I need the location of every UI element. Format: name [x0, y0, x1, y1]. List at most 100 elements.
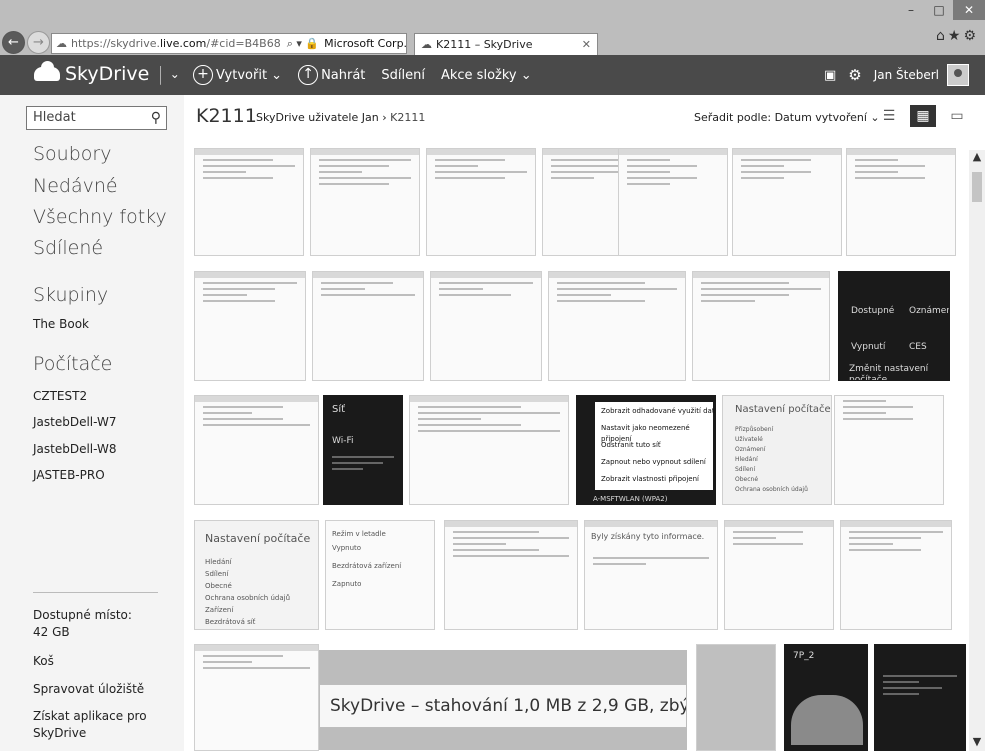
sidebar-link-get-apps[interactable]: Získat aplikace pro — [33, 709, 147, 723]
breadcrumb: SkyDrive uživatele Jan › K2111 — [256, 111, 425, 124]
file-thumbnail[interactable] — [312, 271, 424, 381]
create-button[interactable]: + Vytvořit ⌄ — [193, 65, 282, 85]
file-thumbnail[interactable]: Byly získány tyto informace. — [584, 520, 718, 630]
header-user-area: ▣ ⚙ Jan Šteberl — [812, 64, 969, 86]
site-icon: ☁ — [56, 37, 67, 50]
page-title: K2111 — [196, 105, 257, 127]
upload-icon: ↑ — [298, 65, 319, 85]
tab-close-icon[interactable]: ✕ — [582, 38, 591, 51]
file-thumbnail[interactable] — [409, 395, 569, 505]
sidebar-item-files[interactable]: Soubory — [33, 143, 111, 165]
sidebar-item-recent[interactable]: Nedávné — [33, 175, 118, 197]
favorites-star-icon[interactable]: ★ — [948, 28, 964, 44]
details-pane-icon[interactable]: ▭ — [944, 105, 970, 127]
download-notification[interactable]: SkyDrive – stahování 1,0 MB z 2,9 GB, zb… — [319, 684, 687, 728]
gear-icon[interactable]: ⚙ — [848, 66, 861, 84]
sidebar-link-recycle-bin[interactable]: Koš — [33, 654, 54, 668]
command-bar: + Vytvořit ⌄ ↑ Nahrát Sdílení Akce složk… — [193, 65, 548, 85]
chevron-down-icon[interactable]: ⌄ — [170, 67, 180, 81]
file-thumbnail[interactable] — [696, 644, 776, 751]
skydrive-logo[interactable]: SkyDrive | ⌄ — [34, 61, 180, 85]
file-thumbnail[interactable] — [732, 148, 842, 256]
list-view-icon[interactable]: ☰ — [876, 105, 902, 127]
main-content: K2111 SkyDrive uživatele Jan › K2111 Seř… — [184, 95, 985, 751]
upload-button[interactable]: ↑ Nahrát — [298, 65, 365, 85]
sidebar-item-computer[interactable]: CZTEST2 — [33, 389, 87, 403]
groups-heading: Skupiny — [33, 284, 109, 306]
logo-divider: | — [157, 63, 164, 85]
file-thumbnail[interactable] — [840, 520, 952, 630]
tab-title: K2111 – SkyDrive — [436, 38, 533, 51]
sidebar-item-all-photos[interactable]: Všechny fotky — [33, 206, 167, 228]
minimize-button[interactable]: – — [897, 0, 925, 20]
file-thumbnail[interactable] — [426, 148, 536, 256]
address-tools-icon[interactable]: ⌕ ▾ 🔒 — [287, 37, 319, 51]
scrollbar-thumb[interactable] — [972, 172, 982, 202]
search-input[interactable]: Hledat ⚲ — [26, 106, 167, 130]
file-thumbnail[interactable]: Nastavení počítače Přizpůsobení Uživatel… — [722, 395, 832, 505]
sort-dropdown[interactable]: Seřadit podle: Datum vytvoření ⌄ — [694, 111, 880, 124]
share-button[interactable]: Sdílení — [381, 68, 425, 83]
sidebar-item-shared[interactable]: Sdílené — [33, 237, 103, 259]
sidebar-item-computer[interactable]: JastebDell-W8 — [33, 442, 116, 456]
file-thumbnail[interactable] — [310, 148, 420, 256]
file-thumbnail[interactable] — [444, 520, 578, 630]
file-thumbnail[interactable] — [194, 271, 306, 381]
address-bar[interactable]: ☁ https://skydrive.live.com/#cid=B4B68 ⌕… — [51, 33, 407, 54]
upload-label: Nahrát — [321, 67, 366, 83]
file-thumbnail[interactable]: 7P_2 — [784, 644, 868, 751]
file-thumbnail[interactable] — [724, 520, 834, 630]
breadcrumb-parent[interactable]: SkyDrive uživatele Jan — [256, 111, 379, 124]
file-thumbnail[interactable]: Režim v letadle Vypnuto Bezdrátová zaříz… — [325, 520, 435, 630]
file-thumbnail[interactable] — [692, 271, 830, 381]
breadcrumb-separator: › — [382, 111, 387, 124]
back-button[interactable]: ← — [2, 31, 25, 54]
file-thumbnail[interactable]: Zobrazit odhadované využití dat Nastavit… — [576, 395, 716, 505]
forward-button[interactable]: → — [27, 31, 50, 54]
sidebar-divider — [33, 592, 158, 593]
sidebar: Hledat ⚲ Soubory Nedávné Všechny fotky S… — [0, 95, 184, 751]
computers-heading: Počítače — [33, 353, 113, 375]
create-label: Vytvořit ⌄ — [216, 67, 283, 83]
search-placeholder: Hledat — [33, 110, 76, 125]
file-thumbnail[interactable] — [618, 148, 728, 256]
file-thumbnail[interactable]: Dostupné Oznámení Vypnutí CES Změnit nas… — [838, 271, 950, 381]
tab-skydrive[interactable]: ☁ K2111 – SkyDrive ✕ — [414, 33, 598, 55]
home-icon[interactable]: ⌂ — [936, 28, 948, 44]
messenger-icon[interactable]: ▣ — [824, 68, 836, 83]
close-window-button[interactable]: ✕ — [953, 0, 985, 20]
breadcrumb-current: K2111 — [390, 111, 426, 124]
file-thumbnail[interactable] — [874, 644, 966, 751]
file-thumbnail[interactable]: Síť Wi-Fi — [323, 395, 403, 505]
skydrive-cloud-icon — [34, 61, 60, 81]
file-thumbnail[interactable] — [194, 148, 304, 256]
file-thumbnail[interactable] — [194, 395, 319, 505]
scrollbar[interactable]: ▲ ▼ — [969, 150, 985, 751]
file-thumbnail[interactable] — [846, 148, 956, 256]
file-thumbnail[interactable] — [194, 644, 319, 751]
user-name[interactable]: Jan Šteberl — [874, 68, 939, 82]
settings-gear-icon[interactable]: ⚙ — [963, 28, 979, 44]
certificate-label[interactable]: Microsoft Corp... — [324, 37, 406, 50]
sidebar-item-computer[interactable]: JastebDell-W7 — [33, 415, 116, 429]
scroll-down-icon[interactable]: ▼ — [969, 735, 985, 751]
maximize-button[interactable]: □ — [925, 0, 953, 20]
file-thumbnail[interactable]: Nastavení počítače Hledání Sdílení Obecn… — [194, 520, 319, 630]
file-thumbnail[interactable] — [548, 271, 686, 381]
sidebar-link-get-apps-line2[interactable]: SkyDrive — [33, 726, 86, 740]
folder-actions-button[interactable]: Akce složky ⌄ — [441, 68, 532, 83]
plus-icon: + — [193, 65, 213, 85]
avatar[interactable] — [947, 64, 969, 86]
search-icon[interactable]: ⚲ — [151, 107, 161, 129]
file-thumbnail[interactable] — [834, 395, 944, 505]
file-thumbnail[interactable] — [430, 271, 542, 381]
folder-actions-label: Akce složky ⌄ — [440, 67, 532, 83]
thumbnail-view-icon[interactable]: ▦ — [910, 105, 936, 127]
scroll-up-icon[interactable]: ▲ — [969, 150, 985, 166]
window-controls: – □ ✕ — [897, 0, 985, 20]
logo-text: SkyDrive — [65, 63, 150, 85]
sidebar-link-manage-storage[interactable]: Spravovat úložiště — [33, 682, 144, 696]
sidebar-item-group[interactable]: The Book — [33, 317, 89, 331]
sidebar-item-computer[interactable]: JASTEB-PRO — [33, 468, 105, 482]
share-label: Sdílení — [381, 67, 425, 83]
